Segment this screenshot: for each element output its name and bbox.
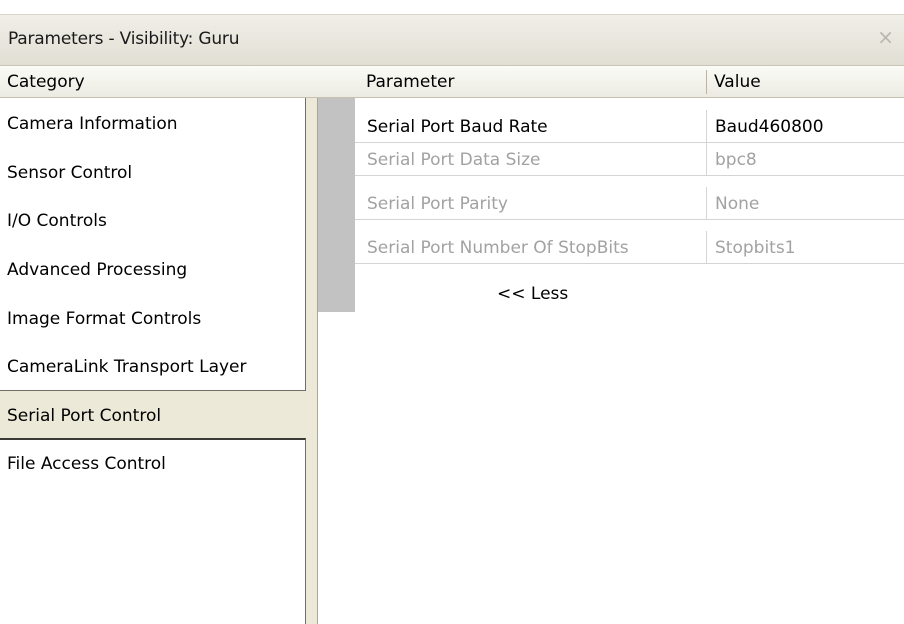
cell-divider	[706, 231, 707, 263]
category-list: Camera Information Sensor Control I/O Co…	[0, 98, 306, 624]
cell-divider	[706, 143, 707, 175]
panel-titlebar: Parameters - Visibility: Guru ×	[0, 14, 904, 66]
category-item-file-access-control[interactable]: File Access Control	[7, 454, 166, 474]
category-list-lower: File Access Control	[0, 438, 306, 624]
parameter-row-data-size[interactable]: Serial Port Data Size bpc8	[355, 143, 904, 176]
category-item-advanced-processing[interactable]: Advanced Processing	[7, 260, 187, 280]
parameter-value: Stopbits1	[715, 238, 796, 258]
category-column-header: Category	[7, 72, 85, 92]
category-item-image-format-controls[interactable]: Image Format Controls	[7, 309, 201, 329]
parameter-name: Serial Port Data Size	[367, 150, 541, 170]
panel-title: Parameters - Visibility: Guru	[8, 29, 240, 49]
parameter-value: bpc8	[715, 150, 757, 170]
row-gutter	[318, 98, 355, 312]
parameter-grid: Serial Port Baud Rate Baud460800 Serial …	[317, 98, 904, 624]
category-item-sensor-control[interactable]: Sensor Control	[7, 163, 132, 183]
parameter-row-parity[interactable]: Serial Port Parity None	[355, 187, 904, 220]
close-icon[interactable]: ×	[877, 27, 894, 47]
parameter-name: Serial Port Baud Rate	[367, 117, 548, 137]
column-separator[interactable]	[706, 70, 707, 94]
cell-divider	[706, 110, 707, 142]
category-item-io-controls[interactable]: I/O Controls	[7, 211, 107, 231]
parameter-name: Serial Port Number Of StopBits	[367, 238, 629, 258]
parameter-name: Serial Port Parity	[367, 194, 508, 214]
less-link[interactable]: << Less	[497, 284, 568, 304]
category-list-upper: Camera Information Sensor Control I/O Co…	[0, 98, 306, 391]
parameter-row-baud-rate[interactable]: Serial Port Baud Rate Baud460800	[355, 110, 904, 143]
parameter-row-stopbits[interactable]: Serial Port Number Of StopBits Stopbits1	[355, 231, 904, 264]
category-item-camera-information[interactable]: Camera Information	[7, 114, 178, 134]
parameter-value[interactable]: Baud460800	[715, 117, 824, 137]
top-strip	[0, 0, 904, 14]
category-item-serial-port-control[interactable]: Serial Port Control	[0, 391, 306, 439]
parameter-value: None	[715, 194, 760, 214]
category-item-label: Serial Port Control	[7, 406, 162, 426]
column-header: Category Parameter Value	[0, 66, 904, 98]
cell-divider	[706, 187, 707, 219]
parameter-column-header[interactable]: Parameter	[366, 72, 454, 92]
value-column-header[interactable]: Value	[714, 72, 761, 92]
category-item-cameralink-transport-layer[interactable]: CameraLink Transport Layer	[7, 357, 247, 377]
